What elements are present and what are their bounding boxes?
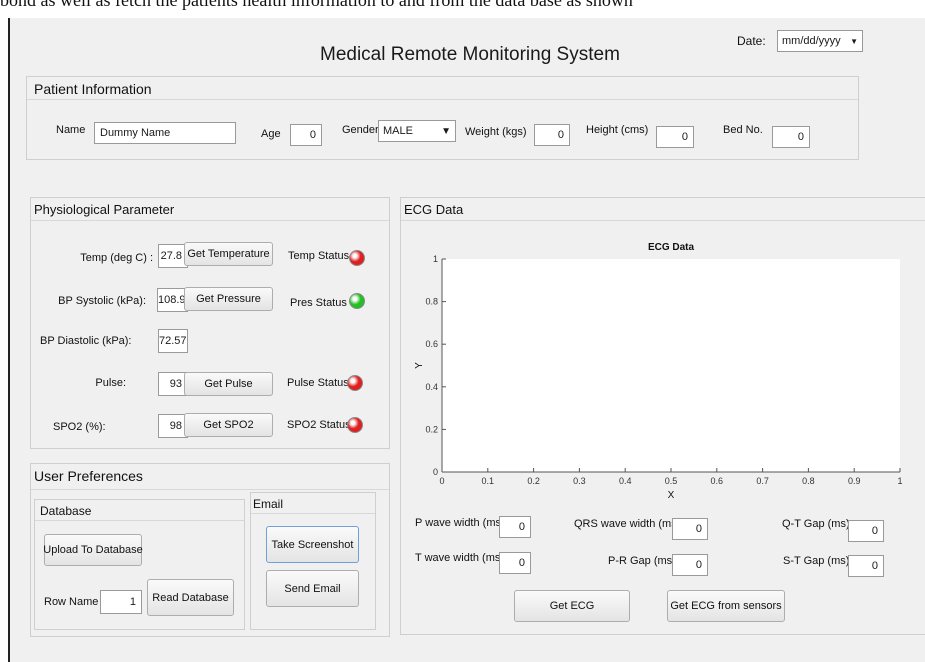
chevron-down-icon: ▼ bbox=[850, 36, 858, 46]
name-field[interactable]: Dummy Name bbox=[94, 122, 236, 144]
get-spo2-button[interactable]: Get SPO2 bbox=[184, 413, 273, 437]
temp-status-indicator bbox=[349, 250, 365, 266]
upload-database-button[interactable]: Upload To Database bbox=[43, 534, 143, 566]
age-label: Age bbox=[261, 128, 281, 140]
get-pulse-button[interactable]: Get Pulse bbox=[184, 372, 273, 396]
height-field[interactable]: 0 bbox=[656, 126, 694, 148]
x-tick-label: 0.9 bbox=[848, 476, 861, 486]
ecg-panel-title: ECG Data bbox=[404, 202, 464, 217]
qrs-wave-field[interactable]: 0 bbox=[672, 518, 708, 540]
bp-systolic-label: BP Systolic (kPa): bbox=[58, 295, 146, 307]
physio-title: Physiological Parameter bbox=[34, 202, 175, 217]
plot-area bbox=[442, 259, 900, 472]
row-name-label: Row Name bbox=[44, 596, 99, 608]
chevron-down-icon: ▼ bbox=[441, 125, 451, 137]
qt-gap-field[interactable]: 0 bbox=[848, 520, 884, 542]
date-label: Date: bbox=[737, 34, 766, 48]
t-wave-label: T wave width (ms) bbox=[415, 552, 505, 564]
x-tick-label: 1 bbox=[897, 476, 902, 486]
gender-value: MALE bbox=[383, 125, 413, 137]
y-tick-label: 0.8 bbox=[425, 297, 438, 307]
y-axis-label: Y bbox=[414, 362, 425, 369]
pres-status-indicator bbox=[349, 293, 365, 309]
chart-title: ECG Data bbox=[648, 242, 695, 253]
y-tick-label: 1 bbox=[433, 254, 438, 264]
ecg-chart: ECG Data 0 0.1 0.2 0.3 0.4 0.5 0.6 0.7 0.8 0.9 1 0 0.… bbox=[414, 242, 903, 501]
pr-gap-label: P-R Gap (ms) bbox=[608, 555, 676, 567]
email-title: Email bbox=[253, 497, 284, 511]
date-value: mm/dd/yyyy bbox=[782, 35, 841, 47]
x-tick-label: 0.7 bbox=[756, 476, 769, 486]
pr-gap-field[interactable]: 0 bbox=[672, 554, 708, 576]
ecg-divider bbox=[401, 220, 925, 221]
database-divider bbox=[35, 520, 244, 521]
weight-label: Weight (kgs) bbox=[465, 126, 527, 138]
age-field[interactable]: 0 bbox=[290, 124, 322, 146]
p-wave-label: P wave width (ms) bbox=[415, 517, 505, 529]
database-title: Database bbox=[40, 504, 92, 518]
y-tick-label: 0.2 bbox=[425, 424, 438, 434]
pulse-status-indicator bbox=[347, 375, 363, 391]
email-divider bbox=[251, 513, 375, 514]
physio-panel bbox=[30, 197, 390, 449]
y-tick-label: 0.6 bbox=[425, 339, 438, 349]
bp-diastolic-field[interactable]: 72.57 bbox=[158, 329, 188, 353]
bp-diastolic-label: BP Diastolic (kPa): bbox=[40, 335, 132, 347]
row-name-field[interactable]: 1 bbox=[100, 590, 142, 614]
patient-info-title: Patient Information bbox=[34, 81, 152, 97]
app-window: Medical Remote Monitoring System Date: m… bbox=[8, 18, 925, 662]
weight-field[interactable]: 0 bbox=[534, 124, 570, 146]
spo2-label: SPO2 (%): bbox=[53, 421, 106, 433]
send-email-button[interactable]: Send Email bbox=[266, 570, 359, 607]
height-label: Height (cms) bbox=[586, 124, 649, 136]
pulse-status-label: Pulse Status bbox=[287, 377, 349, 389]
gender-select[interactable]: MALE ▼ bbox=[378, 120, 456, 142]
x-tick-label: 0.2 bbox=[527, 476, 540, 486]
read-database-button[interactable]: Read Database bbox=[147, 579, 234, 616]
t-wave-field[interactable]: 0 bbox=[499, 552, 531, 574]
x-tick-label: 0.5 bbox=[665, 476, 678, 486]
app-title: Medical Remote Monitoring System bbox=[320, 44, 620, 65]
gender-label: Gender bbox=[342, 124, 379, 136]
temp-status-label: Temp Status bbox=[288, 250, 350, 262]
x-tick-label: 0.3 bbox=[573, 476, 586, 486]
p-wave-field[interactable]: 0 bbox=[499, 516, 531, 538]
temp-label: Temp (deg C) : bbox=[80, 252, 153, 264]
y-tick-label: 0 bbox=[433, 467, 438, 477]
y-tick-label: 0.4 bbox=[425, 382, 438, 392]
get-ecg-sensors-button[interactable]: Get ECG from sensors bbox=[667, 590, 785, 622]
bed-field[interactable]: 0 bbox=[772, 126, 810, 148]
x-axis-label: X bbox=[668, 490, 675, 501]
qt-gap-label: Q-T Gap (ms) bbox=[782, 518, 850, 530]
user-prefs-title: User Preferences bbox=[34, 468, 143, 484]
take-screenshot-button[interactable]: Take Screenshot bbox=[266, 526, 359, 563]
get-ecg-button[interactable]: Get ECG bbox=[514, 590, 630, 622]
bed-label: Bed No. bbox=[723, 124, 763, 136]
document-caption-fragment: bond as well as fetch the patients healt… bbox=[0, 0, 633, 10]
st-gap-field[interactable]: 0 bbox=[848, 555, 884, 577]
date-picker[interactable]: mm/dd/yyyy ▼ bbox=[777, 30, 863, 52]
physio-divider bbox=[31, 220, 389, 221]
x-tick-label: 0 bbox=[439, 476, 444, 486]
x-tick-label: 0.6 bbox=[711, 476, 724, 486]
get-temperature-button[interactable]: Get Temperature bbox=[184, 242, 273, 266]
name-label: Name bbox=[56, 124, 86, 136]
x-tick-label: 0.8 bbox=[802, 476, 815, 486]
pulse-label: Pulse: bbox=[95, 377, 126, 389]
spo2-status-indicator bbox=[347, 417, 363, 433]
pres-status-label: Pres Status bbox=[290, 297, 347, 309]
x-tick-label: 0.4 bbox=[619, 476, 632, 486]
spo2-status-label: SPO2 Status bbox=[287, 419, 351, 431]
st-gap-label: S-T Gap (ms) bbox=[783, 555, 850, 567]
get-pressure-button[interactable]: Get Pressure bbox=[184, 287, 273, 311]
x-tick-label: 0.1 bbox=[482, 476, 495, 486]
patient-info-divider bbox=[27, 99, 858, 100]
user-prefs-divider bbox=[31, 489, 389, 490]
qrs-wave-label: QRS wave width (ms) bbox=[574, 518, 681, 530]
